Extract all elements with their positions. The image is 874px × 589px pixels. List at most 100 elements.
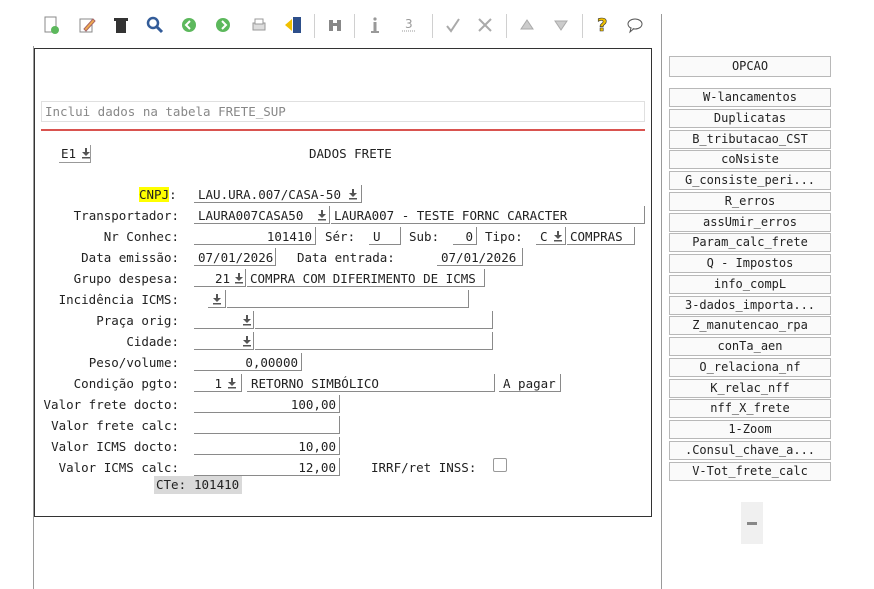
form-panel: Inclui dados na tabela FRETE_SUP E1 DADO… xyxy=(34,48,652,517)
praca-dropdown-arrow-icon[interactable] xyxy=(242,315,252,327)
transportador-code: LAURA007CASA50 xyxy=(198,208,304,223)
red-separator xyxy=(41,129,645,131)
frame-line-right xyxy=(661,14,662,589)
menu-option-duplicatas[interactable]: Duplicatas xyxy=(669,109,831,128)
confirm-icon[interactable] xyxy=(442,14,464,36)
valor-frete-docto-label: Valor frete docto: xyxy=(43,397,179,412)
ser-label: Sér: xyxy=(325,229,356,244)
tipo-label: Tipo: xyxy=(485,229,523,244)
sub-label: Sub: xyxy=(409,229,440,244)
transportador-name: LAURA007 - TESTE FORNC CARACTER xyxy=(334,208,568,223)
move-up-icon[interactable] xyxy=(516,14,538,36)
incidencia-dropdown-arrow-icon[interactable] xyxy=(212,294,222,306)
valor-icms-docto-value: 10,00 xyxy=(298,439,336,454)
e1-selector[interactable]: E1 xyxy=(59,145,91,163)
svg-text:3: 3 xyxy=(405,17,413,31)
praca-orig-desc-field xyxy=(255,311,493,329)
opcao-header: OPCAO xyxy=(669,56,831,77)
transportador-label: Transportador: xyxy=(73,208,179,223)
condicao-dropdown-arrow-icon[interactable] xyxy=(227,378,237,390)
e1-selector-label: E1 xyxy=(61,146,77,161)
condicao-pgto-name: RETORNO SIMBÓLICO xyxy=(251,376,379,391)
info-icon[interactable] xyxy=(364,14,386,36)
grupo-despesa-name: COMPRA COM DIFERIMENTO DE ICMS xyxy=(250,271,476,286)
description-field: Inclui dados na tabela FRETE_SUP xyxy=(41,101,645,122)
condicao-status: A pagar xyxy=(503,376,556,391)
valor-frete-docto-value: 100,00 xyxy=(290,397,336,412)
cnpj-dropdown-arrow-icon[interactable] xyxy=(348,189,358,201)
tipo-dropdown-arrow-icon[interactable] xyxy=(553,231,563,243)
transportador-dropdown-arrow-icon[interactable] xyxy=(317,210,327,222)
cte-value: 101410 xyxy=(194,477,240,492)
menu-option-o-relaciona-nf[interactable]: O_relaciona_nf xyxy=(669,358,831,377)
valor-icms-calc-label: Valor ICMS calc: xyxy=(58,460,179,475)
menu-option-conta-aen[interactable]: conTa_aen xyxy=(669,337,831,356)
incidencia-icms-label: Incidência ICMS: xyxy=(58,292,179,307)
menu-option-assumir-erros[interactable]: assUmir_erros xyxy=(669,213,831,232)
tipo-code: C xyxy=(540,229,548,244)
peso-volume-value: 0,00000 xyxy=(245,355,298,370)
comment-icon[interactable] xyxy=(624,14,646,36)
condicao-pgto-code: 1 xyxy=(214,376,222,391)
trash-icon[interactable] xyxy=(110,14,132,36)
menu-option-nff-x-frete[interactable]: nff_X_frete xyxy=(669,399,831,418)
incidencia-icms-desc-field xyxy=(227,290,469,308)
form-title: DADOS FRETE xyxy=(309,146,392,161)
menu-option-z-manutencao-rpa[interactable]: Z_manutencao_rpa xyxy=(669,316,831,335)
print-icon[interactable] xyxy=(248,14,270,36)
menu-option-w-lancamentos[interactable]: W-lancamentos xyxy=(669,88,831,107)
valor-frete-calc-label: Valor frete calc: xyxy=(51,418,179,433)
menu-option-r-erros[interactable]: R_erros xyxy=(669,192,831,211)
valor-frete-calc-field[interactable] xyxy=(194,416,340,434)
dropdown-arrow-icon xyxy=(81,148,91,160)
cnpj-label: CNPJ xyxy=(139,187,170,202)
menu-option-k-relac-nff[interactable]: K_relac_nff xyxy=(669,379,831,398)
menu-option-param-calc-frete[interactable]: Param_calc_frete xyxy=(669,233,831,252)
cidade-label: Cidade: xyxy=(126,334,179,349)
menu-option-g-consiste-peri[interactable]: G_consiste_peri... xyxy=(669,171,831,190)
next-icon[interactable] xyxy=(212,14,234,36)
new-document-icon[interactable] xyxy=(40,14,62,36)
scroll-handle-grip-icon xyxy=(747,522,757,525)
search-icon[interactable] xyxy=(144,14,166,36)
cte-label: CTe: xyxy=(156,477,187,492)
menu-option-info-compl[interactable]: info_compL xyxy=(669,275,831,294)
list-number-icon[interactable]: 3 xyxy=(398,14,420,36)
move-down-icon[interactable] xyxy=(550,14,572,36)
previous-icon[interactable] xyxy=(178,14,200,36)
cidade-dropdown-arrow-icon[interactable] xyxy=(242,336,252,348)
menu-option-v-tot-frete-calc[interactable]: V-Tot_frete_calc xyxy=(669,462,831,481)
menu-option-1-zoom[interactable]: 1-Zoom xyxy=(669,420,831,439)
sub-value: 0 xyxy=(465,229,473,244)
exit-icon[interactable] xyxy=(282,14,304,36)
grupo-despesa-dropdown-arrow-icon[interactable] xyxy=(234,273,244,285)
menu-option-consul-chave-a[interactable]: .Consul_chave_a... xyxy=(669,441,831,460)
cnpj-value: LAU.URA.007/CASA-50 xyxy=(198,187,341,202)
menu-option-3-dados-importa[interactable]: 3-dados_importa... xyxy=(669,296,831,315)
valor-icms-docto-label: Valor ICMS docto: xyxy=(51,439,179,454)
grupo-despesa-code: 21 xyxy=(214,271,230,286)
scroll-handle[interactable] xyxy=(741,502,763,544)
tipo-name: COMPRAS xyxy=(570,229,623,244)
help-icon[interactable]: ? xyxy=(592,14,614,36)
data-emissao-label: Data emissão: xyxy=(81,250,179,265)
data-entrada-label: Data entrada: xyxy=(297,250,395,265)
menu-option-consiste[interactable]: coNsiste xyxy=(669,150,831,169)
irrf-checkbox[interactable] xyxy=(493,458,507,472)
peso-volume-label: Peso/volume: xyxy=(88,355,179,370)
nr-conhec-value: 101410 xyxy=(266,229,312,244)
toolbar: 3 ? xyxy=(0,0,664,46)
nr-conhec-label: Nr Conhec: xyxy=(103,229,179,244)
cte-badge: CTe: 101410 xyxy=(154,476,242,494)
cnpj-colon: : xyxy=(169,187,177,202)
ser-value: U xyxy=(373,229,381,244)
grupo-despesa-label: Grupo despesa: xyxy=(73,271,179,286)
irrf-label: IRRF/ret INSS: xyxy=(371,460,477,475)
data-emissao-value: 07/01/2026 xyxy=(198,250,274,265)
binoculars-icon[interactable] xyxy=(324,14,346,36)
cancel-icon[interactable] xyxy=(474,14,496,36)
data-entrada-value: 07/01/2026 xyxy=(441,250,517,265)
edit-icon[interactable] xyxy=(76,14,98,36)
menu-option-q-impostos[interactable]: Q - Impostos xyxy=(669,254,831,273)
menu-option-b-tributacao-cst[interactable]: B_tributacao_CST xyxy=(669,130,831,149)
